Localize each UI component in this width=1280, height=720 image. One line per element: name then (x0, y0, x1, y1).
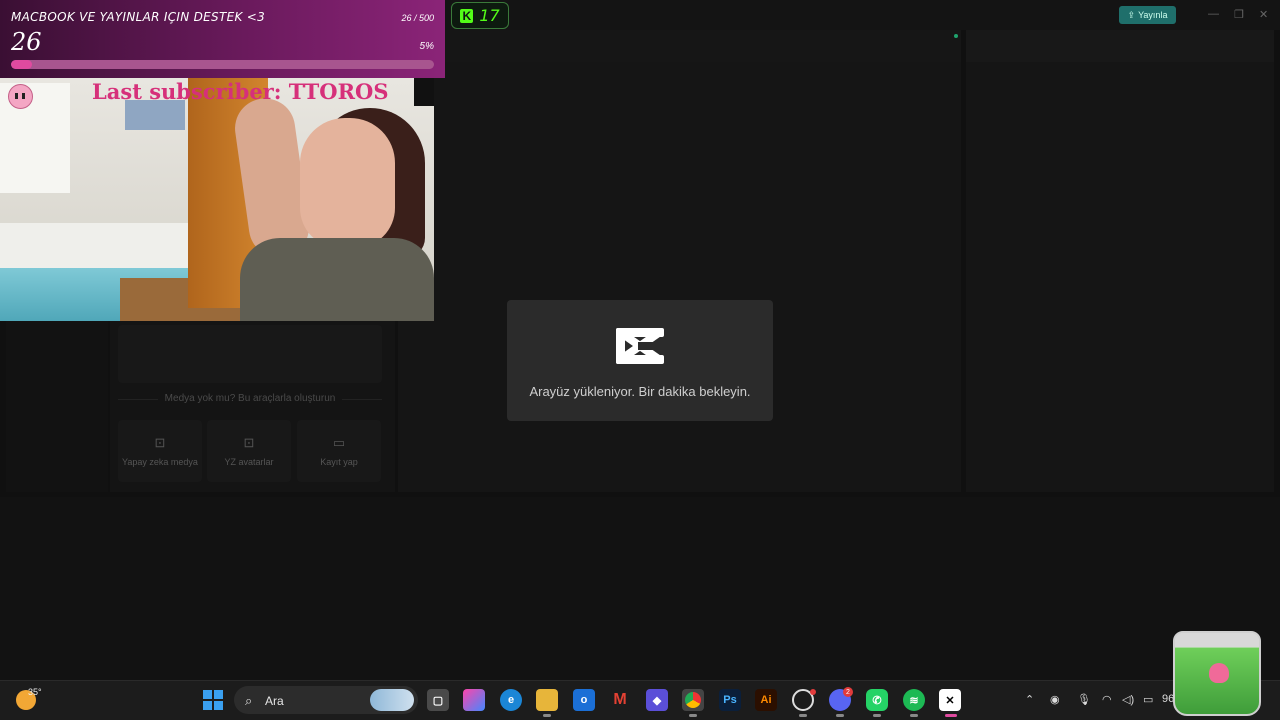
chrome-icon[interactable] (682, 689, 704, 711)
whatsapp-icon[interactable]: ✆ (866, 689, 888, 711)
temperature: 35° (28, 687, 42, 697)
goal-progress-fill (11, 60, 33, 69)
goal-widget: MACBOOK VE YAYINLAR IÇIN DESTEK <3 26 26… (0, 0, 445, 78)
goal-of: 26 / 500 (401, 13, 434, 23)
file-explorer-icon[interactable] (536, 689, 558, 711)
jar-lid (1175, 633, 1259, 647)
divider (342, 399, 382, 400)
player-header (398, 30, 961, 62)
volume-icon[interactable]: ◁) (1122, 693, 1134, 706)
goal-progress-bar (11, 60, 434, 69)
timeline-panel (0, 497, 1280, 680)
running-indicator (799, 714, 807, 717)
running-indicator (873, 714, 881, 717)
screen: ⇪ Yayınla — ❐ ✕ Medya yok mu? Bu araçlar… (0, 0, 1280, 720)
active-indicator (945, 714, 957, 717)
search-icon: ⌕ (245, 693, 253, 708)
capcut-logo-icon (616, 328, 666, 364)
tool-label: YZ avatarlar (224, 457, 274, 467)
share-icon: ⇪ (1127, 9, 1136, 20)
close-icon[interactable]: ✕ (1259, 8, 1268, 21)
properties-panel (966, 30, 1274, 492)
microphone-icon[interactable]: 🎙 (1077, 693, 1091, 706)
tool-label: Yapay zeka medya (122, 457, 198, 467)
edge-icon[interactable]: e (500, 689, 522, 711)
discord-badge: 2 (843, 687, 853, 697)
cookie-jar-widget (1173, 631, 1261, 716)
loading-dialog: Arayüz yükleniyor. Bir dakika bekleyin. (507, 300, 773, 421)
last-subscriber: Last subscriber: TTOROS (92, 79, 389, 104)
status-dot (954, 34, 958, 38)
cam-bed-frame (0, 223, 190, 273)
running-indicator (689, 714, 697, 717)
kick-logo-icon: K (460, 8, 474, 23)
loading-text: Arayüz yükleniyor. Bir dakika bekleyin. (529, 384, 751, 399)
cam-corner (414, 78, 434, 106)
notification-dot (810, 689, 816, 695)
task-view-icon[interactable]: ▢ (427, 689, 449, 711)
viewer-count: 17 (479, 6, 500, 25)
goal-count: 26 (11, 28, 42, 56)
cam-poster (125, 100, 185, 130)
media-drop-area[interactable] (118, 325, 382, 383)
tool-label: Kayıt yap (320, 457, 358, 467)
discord-tray-icon[interactable]: ◉ (1050, 693, 1060, 706)
running-indicator (910, 714, 918, 717)
player-panel (398, 30, 961, 492)
ai-media-button[interactable]: ⊡ Yapay zeka medya (118, 420, 202, 482)
gmail-icon[interactable]: M (609, 689, 631, 711)
search-highlight-image (370, 689, 414, 711)
outlook-icon[interactable]: o (573, 689, 595, 711)
photoshop-icon[interactable]: Ps (719, 689, 741, 711)
heart-icon (1209, 663, 1229, 683)
ai-avatar-icon: ⊡ (243, 435, 255, 450)
kick-viewer-badge: K 17 (451, 2, 509, 29)
kirby-icon (8, 84, 33, 109)
webcam-feed (0, 78, 434, 321)
running-indicator (836, 714, 844, 717)
goal-percent: 5% (419, 41, 434, 52)
app-icon[interactable]: ◆ (646, 689, 668, 711)
copilot-icon[interactable] (463, 689, 485, 711)
cam-person-body (240, 238, 434, 321)
capcut-taskbar-icon[interactable]: ✕ (939, 689, 961, 711)
chevron-up-icon[interactable]: ⌃ (1025, 693, 1034, 706)
maximize-icon[interactable]: ❐ (1234, 8, 1244, 21)
record-icon: ▭ (332, 435, 346, 450)
wifi-icon[interactable]: ◠ (1102, 693, 1112, 706)
illustrator-icon[interactable]: Ai (755, 689, 777, 711)
start-icon[interactable] (203, 690, 223, 710)
battery-icon[interactable]: ▭ (1143, 693, 1153, 706)
search-placeholder: Ara (265, 694, 284, 708)
goal-title: MACBOOK VE YAYINLAR IÇIN DESTEK <3 (11, 10, 266, 24)
ai-media-icon: ⊡ (154, 435, 166, 450)
publish-label: Yayınla (1138, 10, 1168, 20)
properties-header (966, 30, 1274, 62)
spotify-icon[interactable]: ≋ (903, 689, 925, 711)
running-indicator (543, 714, 551, 717)
ai-avatars-button[interactable]: ⊡ YZ avatarlar (207, 420, 291, 482)
minimize-icon[interactable]: — (1208, 8, 1219, 20)
record-button[interactable]: ▭ Kayıt yap (297, 420, 381, 482)
cam-person-face (300, 118, 395, 248)
publish-button[interactable]: ⇪ Yayınla (1119, 6, 1176, 24)
